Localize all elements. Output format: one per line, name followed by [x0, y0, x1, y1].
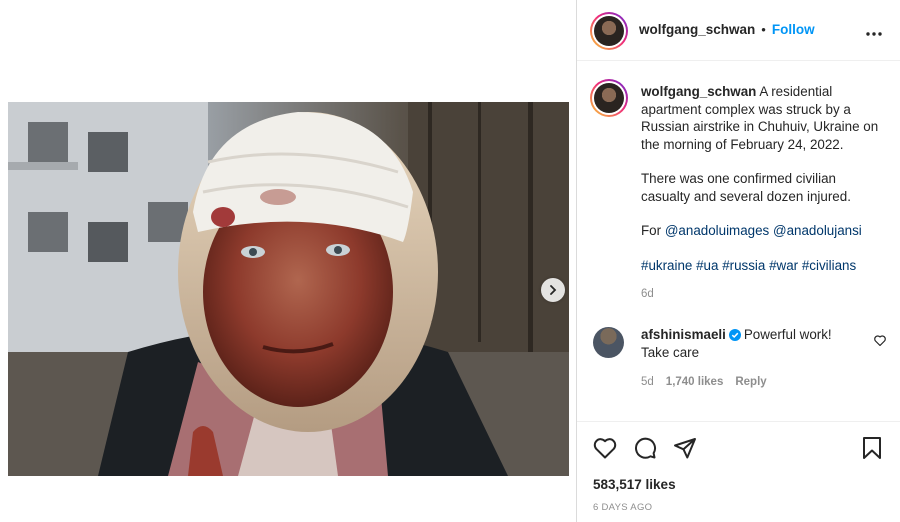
- author-username[interactable]: wolfgang_schwan: [639, 22, 755, 37]
- commenter-username[interactable]: afshinismaeli: [641, 327, 726, 342]
- author-avatar[interactable]: [590, 12, 628, 50]
- bookmark-icon: [863, 437, 881, 459]
- post-likes[interactable]: 583,517 likes: [593, 477, 676, 492]
- save-button[interactable]: [860, 436, 884, 460]
- hashtag-link[interactable]: #war: [769, 258, 798, 273]
- header-separator: •: [761, 22, 766, 37]
- comment-button[interactable]: [633, 436, 657, 460]
- verified-badge-icon: [728, 329, 741, 341]
- for-label: For: [641, 223, 662, 238]
- caption-hashtags: #ukraine #ua #russia #war #civilians: [641, 257, 881, 275]
- action-icons: [593, 436, 697, 460]
- post-sidebar: wolfgang_schwan • Follow wolfgang_schwan…: [577, 0, 900, 522]
- comment-age: 5d: [641, 376, 654, 388]
- follow-button[interactable]: Follow: [772, 22, 815, 37]
- comment-meta: 5d 1,740 likes Reply: [641, 376, 767, 388]
- paper-plane-icon: [674, 438, 696, 459]
- post-time: 6 DAYS AGO: [593, 502, 653, 513]
- more-dots-icon: [866, 32, 882, 36]
- comment-text: afshinismaeli Powerful work! Take care: [641, 326, 861, 361]
- mention-link[interactable]: @anadolujansi: [773, 223, 862, 238]
- like-button[interactable]: [593, 436, 617, 460]
- caption-block: wolfgang_schwan A residential apartment …: [577, 61, 900, 421]
- comment-likes[interactable]: 1,740 likes: [666, 376, 724, 388]
- hashtag-link[interactable]: #russia: [722, 258, 765, 273]
- next-photo-button[interactable]: [541, 278, 565, 302]
- hashtag-link[interactable]: #ukraine: [641, 258, 692, 273]
- commenter-avatar[interactable]: [593, 327, 624, 358]
- caption-author-avatar[interactable]: [590, 79, 628, 117]
- caption-age: 6d: [641, 288, 654, 300]
- post-header: wolfgang_schwan • Follow: [577, 0, 900, 61]
- hashtag-link[interactable]: #civilians: [802, 258, 856, 273]
- comment-like-button[interactable]: [874, 333, 886, 351]
- chevron-right-icon: [550, 285, 557, 295]
- media-pane: [0, 0, 576, 522]
- caption-mentions: For @anadoluimages @anadolujansi: [641, 222, 881, 240]
- reply-button[interactable]: Reply: [735, 376, 766, 388]
- post-photo[interactable]: [8, 102, 569, 476]
- header-info: wolfgang_schwan • Follow: [639, 22, 815, 37]
- actions-bar: 583,517 likes 6 DAYS AGO: [577, 421, 900, 522]
- mention-link[interactable]: @anadoluimages: [665, 223, 769, 238]
- share-button[interactable]: [673, 436, 697, 460]
- more-options-button[interactable]: [866, 20, 882, 41]
- hashtag-link[interactable]: #ua: [696, 258, 718, 273]
- caption-body-2: There was one confirmed civilian casualt…: [641, 171, 851, 204]
- comment-bubble-icon: [635, 437, 657, 459]
- heart-icon: [593, 438, 617, 459]
- caption-username[interactable]: wolfgang_schwan: [641, 84, 756, 99]
- photo-graphic: [8, 102, 569, 476]
- heart-icon: [874, 335, 886, 347]
- caption-text: wolfgang_schwan A residential apartment …: [641, 83, 881, 304]
